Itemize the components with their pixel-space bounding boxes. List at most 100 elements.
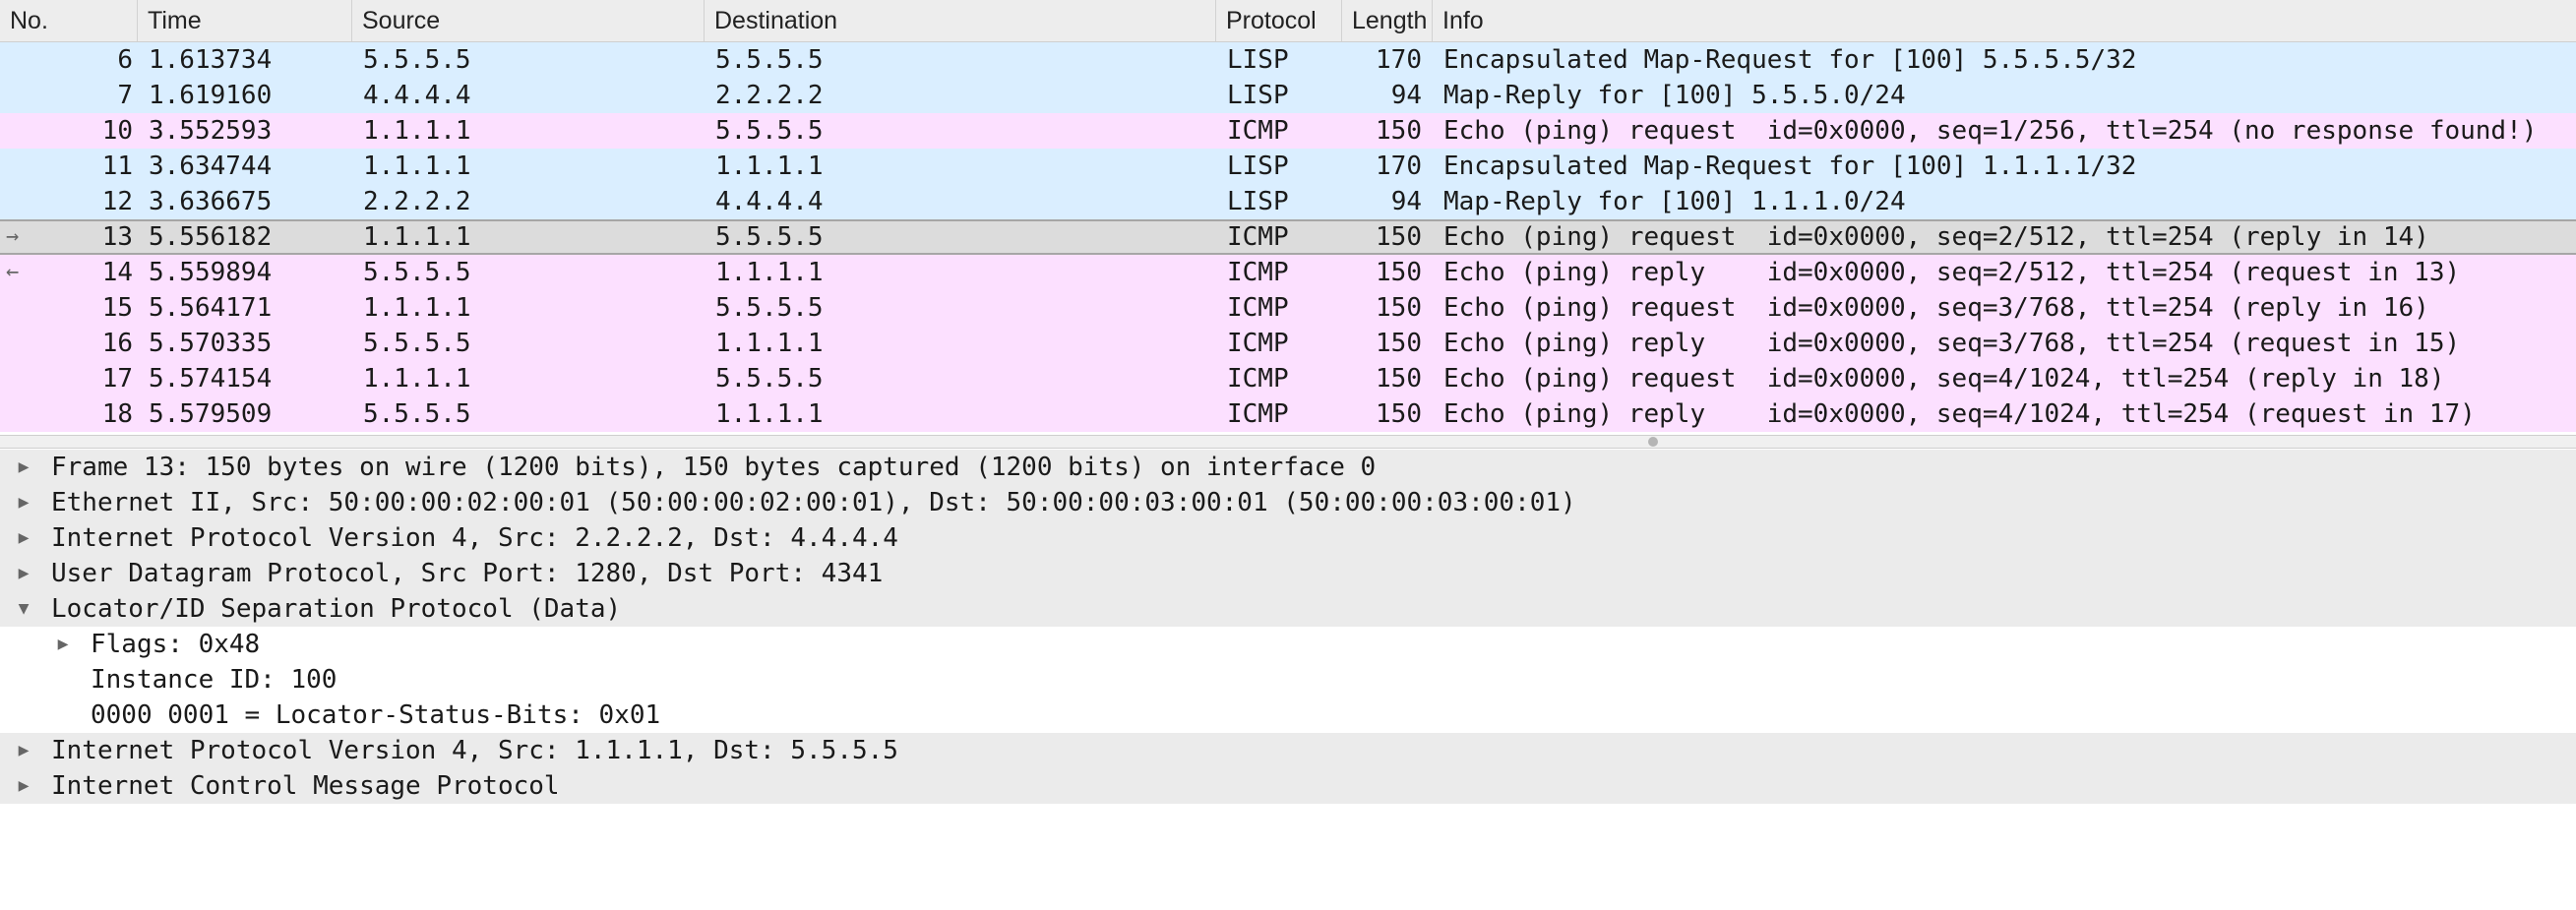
packet-destination: 5.5.5.5 (715, 45, 824, 75)
packet-row[interactable]: 10 3.552593 1.1.1.1 5.5.5.5 ICMP 150 Echo (pin… (0, 113, 2576, 149)
packet-source: 1.1.1.1 (363, 364, 471, 394)
packet-source: 2.2.2.2 (363, 187, 471, 216)
packet-time: 5.574154 (149, 364, 273, 394)
packet-destination: 4.4.4.4 (715, 187, 824, 216)
packet-destination: 1.1.1.1 (715, 258, 824, 287)
packet-protocol: ICMP (1227, 399, 1289, 429)
packet-protocol: ICMP (1227, 258, 1289, 287)
packet-length: 150 (1376, 116, 1422, 146)
packet-source: 1.1.1.1 (363, 116, 471, 146)
packet-length: 170 (1376, 152, 1422, 181)
packet-no: 15 (101, 293, 133, 323)
packet-row[interactable]: 11 3.634744 1.1.1.1 1.1.1.1 LISP 170 Encapsula… (0, 149, 2576, 184)
triangle-right-icon[interactable]: ▶ (12, 520, 35, 556)
packet-details-tree[interactable]: ▶ Frame 13: 150 bytes on wire (1200 bits… (0, 449, 2576, 836)
packet-destination: 2.2.2.2 (715, 81, 824, 110)
packet-info: Echo (ping) request id=0x0000, seq=3/768… (1443, 293, 2429, 323)
packet-no: 10 (101, 116, 133, 146)
column-header-time[interactable]: Time (138, 0, 352, 41)
triangle-down-icon[interactable]: ▼ (12, 591, 35, 627)
packet-time: 5.564171 (149, 293, 273, 323)
tree-item-udp[interactable]: ▶ User Datagram Protocol, Src Port: 1280… (0, 556, 2576, 591)
packet-row[interactable]: 17 5.574154 1.1.1.1 5.5.5.5 ICMP 150 Echo (pin… (0, 361, 2576, 396)
packet-time: 5.556182 (149, 222, 273, 252)
packet-source: 5.5.5.5 (363, 399, 471, 429)
packet-time: 3.552593 (149, 116, 273, 146)
column-header-info[interactable]: Info (1433, 0, 2576, 41)
tree-item-ipv4-outer[interactable]: ▶ Internet Protocol Version 4, Src: 2.2.… (0, 520, 2576, 556)
packet-no: 16 (101, 329, 133, 358)
packet-destination: 1.1.1.1 (715, 329, 824, 358)
packet-protocol: LISP (1227, 187, 1289, 216)
packet-no: 7 (117, 81, 133, 110)
packet-length: 94 (1390, 187, 1422, 216)
triangle-right-icon[interactable]: ▶ (12, 556, 35, 591)
packet-destination: 5.5.5.5 (715, 116, 824, 146)
packet-row[interactable]: 7 1.619160 4.4.4.4 2.2.2.2 LISP 94 Map-Reply f… (0, 78, 2576, 113)
packet-length: 150 (1376, 222, 1422, 252)
packet-row[interactable]: 6 1.613734 5.5.5.5 5.5.5.5 LISP 170 Encapsulat… (0, 42, 2576, 78)
packet-source: 1.1.1.1 (363, 222, 471, 252)
packet-destination: 5.5.5.5 (715, 364, 824, 394)
packet-source: 4.4.4.4 (363, 81, 471, 110)
tree-item-lisp-flags[interactable]: ▶ Flags: 0x48 (0, 627, 2576, 662)
triangle-right-icon[interactable]: ▶ (12, 768, 35, 804)
tree-item-instance-id[interactable]: Instance ID: 100 (0, 662, 2576, 698)
packet-source: 5.5.5.5 (363, 329, 471, 358)
tree-item-ethernet[interactable]: ▶ Ethernet II, Src: 50:00:00:02:00:01 (5… (0, 485, 2576, 520)
packet-source: 5.5.5.5 (363, 258, 471, 287)
packet-row[interactable]: ← 14 5.559894 5.5.5.5 1.1.1.1 ICMP 150 Echo (pi… (0, 255, 2576, 290)
packet-protocol: ICMP (1227, 329, 1289, 358)
packet-row[interactable]: 18 5.579509 5.5.5.5 1.1.1.1 ICMP 150 Echo (pin… (0, 396, 2576, 432)
packet-info: Echo (ping) request id=0x0000, seq=4/102… (1443, 364, 2445, 394)
packet-row[interactable]: 12 3.636675 2.2.2.2 4.4.4.4 LISP 94 Map-Reply … (0, 184, 2576, 219)
packet-protocol: LISP (1227, 81, 1289, 110)
packet-length: 150 (1376, 329, 1422, 358)
packet-info: Encapsulated Map-Request for [100] 1.1.1… (1443, 152, 2137, 181)
packet-info: Echo (ping) request id=0x0000, seq=1/256… (1443, 116, 2538, 146)
packet-destination: 5.5.5.5 (715, 293, 824, 323)
packet-length: 150 (1376, 258, 1422, 287)
column-header-protocol[interactable]: Protocol (1216, 0, 1342, 41)
tree-item-icmp[interactable]: ▶ Internet Control Message Protocol (0, 768, 2576, 804)
packet-destination: 1.1.1.1 (715, 152, 824, 181)
packet-protocol: LISP (1227, 45, 1289, 75)
packet-protocol: ICMP (1227, 222, 1289, 252)
packet-no: 11 (101, 152, 133, 181)
packet-no: 17 (101, 364, 133, 394)
packet-time: 5.559894 (149, 258, 273, 287)
tree-item-frame[interactable]: ▶ Frame 13: 150 bytes on wire (1200 bits… (0, 450, 2576, 485)
packet-list-header: No. Time Source Destination Protocol Len… (0, 0, 2576, 42)
packet-time: 3.636675 (149, 187, 273, 216)
packet-time: 1.619160 (149, 81, 273, 110)
column-header-length[interactable]: Length (1342, 0, 1433, 41)
packet-destination: 1.1.1.1 (715, 399, 824, 429)
packet-time: 5.579509 (149, 399, 273, 429)
triangle-right-icon[interactable]: ▶ (12, 450, 35, 485)
splitter-grip-icon[interactable] (1648, 437, 1658, 447)
column-header-destination[interactable]: Destination (705, 0, 1216, 41)
packet-row[interactable]: 15 5.564171 1.1.1.1 5.5.5.5 ICMP 150 Echo (pin… (0, 290, 2576, 326)
packet-info: Echo (ping) reply id=0x0000, seq=3/768, … (1443, 329, 2461, 358)
tree-item-ipv4-inner[interactable]: ▶ Internet Protocol Version 4, Src: 1.1.… (0, 733, 2576, 768)
triangle-right-icon[interactable]: ▶ (12, 733, 35, 768)
packet-no: 13 (101, 222, 133, 252)
packet-protocol: ICMP (1227, 116, 1289, 146)
packet-protocol: ICMP (1227, 293, 1289, 323)
packet-row[interactable]: → 13 5.556182 1.1.1.1 5.5.5.5 ICMP 150 Echo (pi… (0, 219, 2576, 255)
tree-item-locator-status-bits[interactable]: 0000 0001 = Locator-Status-Bits: 0x01 (0, 698, 2576, 733)
triangle-right-icon[interactable]: ▶ (12, 485, 35, 520)
packet-info: Echo (ping) reply id=0x0000, seq=2/512, … (1443, 258, 2461, 287)
packet-row[interactable]: 16 5.570335 5.5.5.5 1.1.1.1 ICMP 150 Echo (pin… (0, 326, 2576, 361)
packet-no: 12 (101, 187, 133, 216)
pane-splitter[interactable] (0, 435, 2576, 449)
column-header-source[interactable]: Source (352, 0, 705, 41)
packet-list[interactable]: No. Time Source Destination Protocol Len… (0, 0, 2576, 435)
triangle-right-icon[interactable]: ▶ (51, 627, 75, 662)
packet-length: 150 (1376, 399, 1422, 429)
packet-source: 1.1.1.1 (363, 293, 471, 323)
tree-item-lisp-data[interactable]: ▼ Locator/ID Separation Protocol (Data) (0, 591, 2576, 627)
packet-time: 3.634744 (149, 152, 273, 181)
column-header-no[interactable]: No. (0, 0, 138, 41)
packet-info: Echo (ping) reply id=0x0000, seq=4/1024,… (1443, 399, 2476, 429)
